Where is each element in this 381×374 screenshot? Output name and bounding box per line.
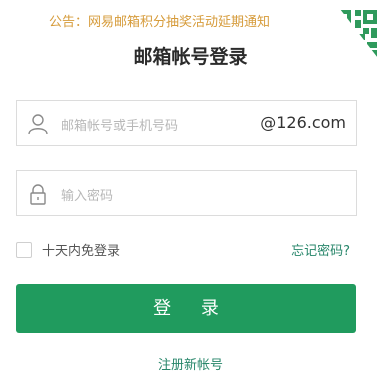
- login-page: 公告：网易邮箱积分抽奖活动延期通知 邮箱帐号登录 邮箱帐号或手机号码 @126.…: [0, 0, 381, 374]
- user-icon: [28, 114, 48, 135]
- account-field[interactable]: 邮箱帐号或手机号码 @126.com: [16, 100, 357, 146]
- lock-icon: [30, 184, 46, 205]
- page-title: 邮箱帐号登录: [133, 46, 248, 68]
- password-input-placeholder[interactable]: 输入密码: [61, 185, 113, 204]
- email-domain-suffix: @126.com: [260, 113, 346, 132]
- account-input-placeholder[interactable]: 邮箱帐号或手机号码: [61, 115, 178, 134]
- remember-label[interactable]: 十天内免登录: [42, 240, 120, 259]
- announcement-banner[interactable]: 公告：网易邮箱积分抽奖活动延期通知: [0, 11, 319, 30]
- remember-me[interactable]: 十天内免登录: [16, 240, 120, 259]
- login-button[interactable]: 登 录: [16, 284, 356, 333]
- register-link[interactable]: 注册新帐号: [0, 354, 381, 373]
- remember-checkbox[interactable]: [16, 241, 32, 258]
- password-field[interactable]: 输入密码: [16, 170, 357, 216]
- forgot-password-link[interactable]: 忘记密码?: [291, 240, 350, 259]
